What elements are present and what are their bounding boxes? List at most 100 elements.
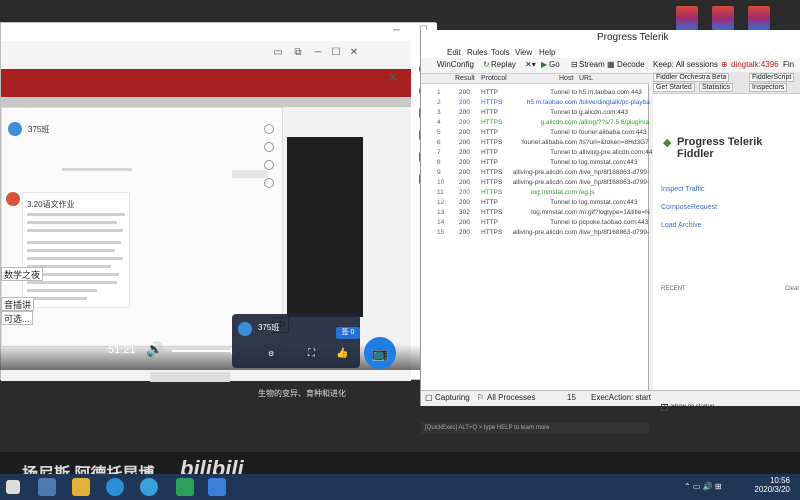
go-button[interactable]: Go — [549, 60, 560, 69]
session-id: 3 — [437, 109, 441, 116]
process-filter[interactable]: dingtalk:4396 — [731, 60, 779, 69]
close-icon[interactable]: ✕ — [387, 69, 399, 86]
session-url: h5.m.taobao.com:443 — [579, 89, 642, 96]
menu-help[interactable]: Help — [539, 48, 555, 57]
dingtalk-icon[interactable] — [208, 478, 226, 496]
col-result[interactable]: Result — [455, 75, 475, 82]
session-row[interactable]: 15 200 HTTPS alliving-pre.alicdn.com/live_h… — [421, 228, 649, 238]
winrar-icon[interactable] — [748, 6, 770, 30]
all-processes[interactable]: All Processes — [487, 393, 535, 402]
link-inspect-traffic[interactable]: Inspect Traffic — [661, 186, 704, 193]
decode-button[interactable]: Decode — [617, 60, 645, 69]
session-id: 10 — [437, 179, 445, 186]
tab-fiddlerscript[interactable]: FiddlerScript — [749, 73, 795, 82]
minimize-icon[interactable]: ─ — [311, 47, 325, 58]
clear-button[interactable]: Clear — [785, 286, 799, 292]
session-row[interactable]: 13 302 HTTPS log.mmstat.com/m.gif?logtype=1… — [421, 208, 650, 218]
chat-group-name: 375班 — [28, 125, 50, 134]
winconfig-button[interactable]: WinConfig — [437, 60, 474, 69]
menu-tools[interactable]: Tools — [491, 48, 510, 57]
session-url: pcpoke.taobao.com:443 — [579, 219, 649, 226]
session-protocol: HTTPS — [481, 119, 503, 126]
session-result: 200 — [459, 219, 470, 226]
session-row[interactable]: 6 200 HTTPS fourier.alibaba.com/ts?url=&tok… — [421, 138, 649, 148]
session-row[interactable]: 4 200 HTTPS g.alicdn.com/alilog/??s/7.5.8/p… — [421, 118, 649, 128]
session-id: 12 — [437, 199, 445, 206]
col-host[interactable]: Host — [559, 75, 573, 82]
replay-button[interactable]: Replay — [491, 60, 516, 69]
remove-icon[interactable]: ✕▾ — [525, 60, 536, 69]
restore-icon[interactable]: ⧉ — [291, 47, 305, 58]
system-clock[interactable]: 10:56 2020/3/20 — [740, 476, 790, 494]
session-result: 200 — [459, 169, 470, 176]
col-url[interactable]: URL — [579, 75, 593, 82]
live-card-action[interactable]: ⚙ — [268, 350, 274, 358]
close-icon[interactable]: ✕ — [347, 47, 361, 58]
session-row[interactable]: 7 200 HTTP Tunnel to alliving-pre.alicdn.com… — [421, 148, 656, 158]
session-row[interactable]: 11 200 HTTPS log.mmstat.com/eg.js — [421, 188, 649, 198]
exec-action: ExecAction: start — [591, 393, 652, 402]
dark-side-panel — [287, 137, 363, 317]
keep-sessions-dropdown[interactable]: Keep: All sessions — [653, 60, 718, 69]
tab-statistics[interactable]: Statistics — [699, 83, 734, 92]
minimize-icon[interactable]: ─ — [393, 25, 400, 36]
message-line — [27, 221, 117, 224]
session-row[interactable]: 10 200 HTTPS alliving-pre.alicdn.com/live_h… — [421, 178, 649, 188]
session-row[interactable]: 2 200 HTTPS h5.m.taobao.com/bilive/dingtalk… — [421, 98, 650, 108]
start-icon[interactable] — [6, 480, 20, 494]
tab-inspectors[interactable]: Inspectors — [749, 83, 788, 92]
menu-edit[interactable]: Edit — [447, 48, 461, 57]
network-icon[interactable] — [140, 478, 158, 496]
more-icon[interactable] — [264, 142, 274, 152]
server-manager-icon[interactable] — [38, 478, 56, 496]
session-host: Tunnel to — [550, 159, 577, 166]
session-row[interactable]: 8 200 HTTP Tunnel to log.mmstat.com:443 — [421, 158, 649, 168]
member-icon[interactable] — [264, 160, 274, 170]
link-load-archive[interactable]: Load Archive — [661, 222, 701, 229]
session-url: /eg.js — [579, 189, 595, 196]
session-result: 200 — [459, 179, 470, 186]
session-row[interactable]: 9 200 HTTPS alliving-pre.alicdn.com/live_hp… — [421, 168, 649, 178]
session-id: 4 — [437, 119, 441, 126]
menu-view[interactable]: View — [515, 48, 532, 57]
session-row[interactable]: 1 200 HTTP Tunnel to h5.m.taobao.com:443 — [421, 88, 649, 98]
menu-rules[interactable]: Rules — [467, 48, 487, 57]
session-row[interactable]: 3 200 HTTP Tunnel to g.alicdn.com:443 — [421, 108, 649, 118]
shared-screen-header — [1, 69, 411, 97]
pin-icon[interactable]: ▭ — [271, 47, 285, 58]
fullscreen-icon[interactable]: ⛶ — [308, 348, 315, 359]
volume-icon[interactable]: 🔊 — [146, 341, 163, 358]
edge-icon[interactable] — [106, 478, 124, 496]
quickexec-input[interactable]: [QuickExec] ALT+Q > type HELP to learn m… — [421, 422, 649, 434]
session-row[interactable]: 5 200 HTTP Tunnel to fourier.alibaba.com:443 — [421, 128, 649, 138]
session-row[interactable]: 14 200 HTTP Tunnel to pcpoke.taobao.com:443 — [421, 218, 649, 228]
winrar-icon[interactable] — [712, 6, 734, 30]
tv-icon[interactable]: 📺 — [364, 337, 396, 369]
like-icon[interactable]: 👍 — [336, 348, 348, 359]
capturing-status[interactable]: Capturing — [435, 393, 470, 402]
session-protocol: HTTP — [481, 129, 498, 136]
session-result: 200 — [459, 129, 470, 136]
col-protocol[interactable]: Protocol — [481, 75, 507, 82]
live-card[interactable]: 375班 ⚙ ⛶ 👍 — [232, 314, 360, 368]
maximize-icon[interactable]: ☐ — [329, 47, 343, 58]
search-icon[interactable] — [264, 124, 274, 134]
session-url: log.mmstat.com:443 — [579, 199, 638, 206]
sign-in-badge[interactable]: 签 0 — [336, 327, 360, 339]
show-on-startup-checkbox[interactable]: ✓ — [661, 404, 668, 411]
find-button[interactable]: Fin — [783, 60, 794, 69]
tray-icons[interactable]: ⌃ ▭ 🔊 ⊞ — [684, 482, 722, 491]
settings-icon[interactable] — [264, 178, 274, 188]
fiddler-logo: Progress Telerik Fiddler — [677, 136, 763, 160]
session-row[interactable]: 12 200 HTTP Tunnel to log.mmstat.com:443 — [421, 198, 649, 208]
tab-get-started[interactable]: Get Started — [653, 83, 695, 92]
session-url: /alilog/??s/7.5.8/plugin/a — [579, 119, 650, 126]
link-compose-request[interactable]: ComposeRequest — [661, 204, 717, 211]
stream-button[interactable]: Stream — [579, 60, 605, 69]
session-id: 8 — [437, 159, 441, 166]
file-explorer-icon[interactable] — [72, 478, 90, 496]
session-host: g.alicdn.com — [540, 119, 578, 126]
fiddler-taskbar-icon[interactable] — [176, 478, 194, 496]
winrar-icon[interactable] — [676, 6, 698, 30]
tab-orchestra[interactable]: Fiddler Orchestra Beta — [653, 73, 730, 82]
